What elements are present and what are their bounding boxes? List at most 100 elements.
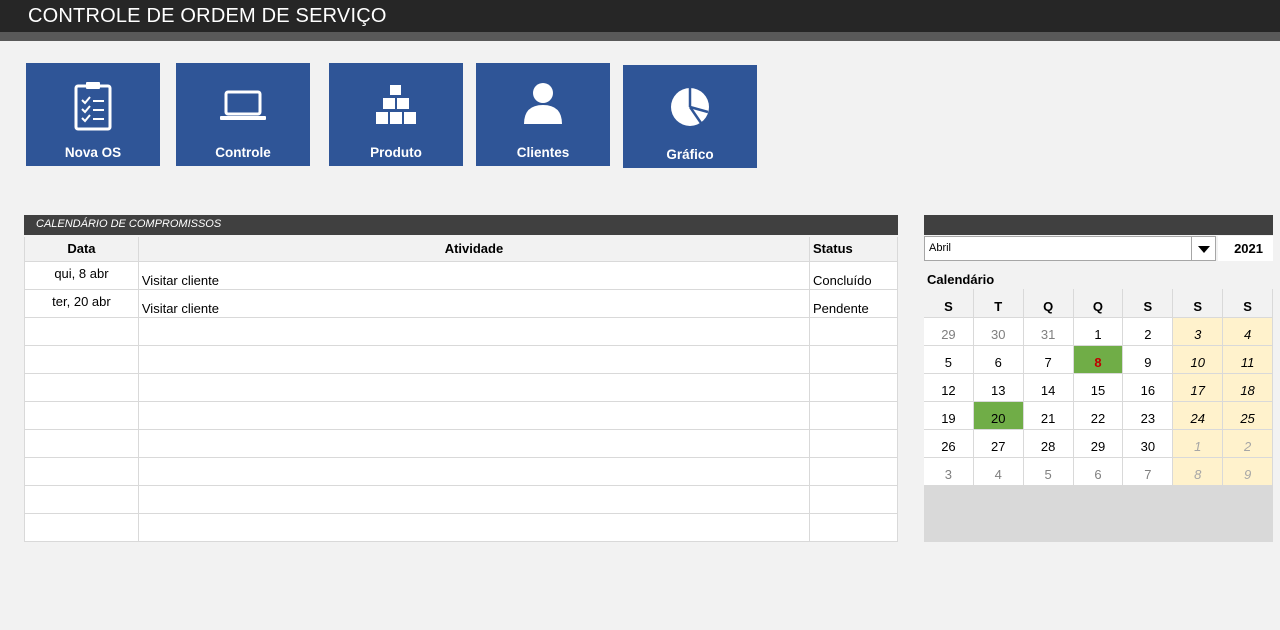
year-field[interactable]: 2021 [1218, 236, 1273, 261]
nova-os-button[interactable]: Nova OS [26, 63, 160, 166]
agenda-header-row: Data Atividade Status [24, 237, 898, 262]
date-cell[interactable] [24, 429, 139, 458]
calendar-day[interactable]: 9 [1223, 458, 1273, 486]
activity-cell[interactable] [138, 513, 811, 542]
calendar-day[interactable]: 12 [924, 374, 974, 402]
produto-button[interactable]: Produto [329, 63, 463, 166]
calendar-day[interactable]: 24 [1173, 402, 1224, 430]
calendar-day[interactable]: 3 [924, 458, 974, 486]
status-cell[interactable] [809, 485, 898, 514]
status-cell[interactable] [809, 513, 898, 542]
calendar-day[interactable]: 10 [1173, 346, 1224, 374]
status-cell[interactable] [809, 401, 898, 430]
status-cell[interactable] [809, 373, 898, 402]
calendar-day[interactable]: 4 [1223, 318, 1273, 346]
calendar-footer [924, 486, 1273, 542]
date-cell[interactable] [24, 345, 139, 374]
activity-cell[interactable] [138, 401, 811, 430]
controle-label: Controle [215, 145, 271, 160]
activity-cell[interactable]: Visitar cliente [138, 289, 811, 318]
status-cell[interactable] [809, 317, 898, 346]
status-cell[interactable] [809, 429, 898, 458]
calendar-day[interactable]: 6 [1073, 458, 1124, 486]
month-select[interactable]: Abril [924, 236, 1216, 261]
calendar-day[interactable]: 7 [1123, 458, 1174, 486]
calendar-day[interactable]: 27 [973, 430, 1024, 458]
year-value: 2021 [1234, 241, 1263, 256]
calendar-header-bar [924, 215, 1273, 235]
table-row[interactable]: ter, 20 abr Visitar cliente Pendente [24, 289, 898, 318]
calendar-day[interactable]: 2 [1223, 430, 1273, 458]
calendar-day[interactable]: 15 [1073, 374, 1124, 402]
calendar-day[interactable]: 5 [924, 346, 974, 374]
table-row[interactable] [24, 317, 898, 346]
activity-cell[interactable] [138, 457, 811, 486]
calendar-day[interactable]: 17 [1173, 374, 1224, 402]
activity-cell[interactable] [138, 345, 811, 374]
clientes-label: Clientes [516, 145, 570, 160]
agenda-title: CALENDÁRIO DE COMPROMISSOS [36, 218, 222, 230]
date-cell[interactable]: qui, 8 abr [24, 261, 139, 290]
calendar-day[interactable]: 8 [1173, 458, 1224, 486]
status-cell[interactable]: Concluído [809, 261, 898, 290]
date-cell[interactable]: ter, 20 abr [24, 289, 139, 318]
calendar-day[interactable]: 1 [1073, 318, 1124, 346]
calendar-day[interactable]: 7 [1023, 346, 1074, 374]
calendar-day[interactable]: 23 [1123, 402, 1174, 430]
status-cell[interactable] [809, 457, 898, 486]
table-row[interactable] [24, 485, 898, 514]
table-row[interactable] [24, 373, 898, 402]
weekday-header: Q [1023, 289, 1074, 318]
table-row[interactable] [24, 457, 898, 486]
activity-cell[interactable] [138, 373, 811, 402]
calendar-day[interactable]: 30 [1123, 430, 1174, 458]
calendar-day[interactable]: 3 [1173, 318, 1224, 346]
calendar-day[interactable]: 13 [973, 374, 1024, 402]
date-cell[interactable] [24, 317, 139, 346]
calendar-day[interactable]: 8 [1073, 346, 1124, 374]
calendar-day[interactable]: 4 [973, 458, 1024, 486]
clientes-button[interactable]: Clientes [476, 63, 610, 166]
calendar-day[interactable]: 5 [1023, 458, 1074, 486]
calendar-day[interactable]: 26 [924, 430, 974, 458]
calendar-day[interactable]: 20 [973, 402, 1024, 430]
calendar-day[interactable]: 2 [1123, 318, 1174, 346]
calendar-day[interactable]: 29 [1073, 430, 1124, 458]
calendar-day[interactable]: 18 [1223, 374, 1273, 402]
calendar-day[interactable]: 1 [1173, 430, 1224, 458]
calendar-day[interactable]: 30 [973, 318, 1024, 346]
calendar-day[interactable]: 11 [1223, 346, 1273, 374]
calendar-day[interactable]: 6 [973, 346, 1024, 374]
controle-button[interactable]: Controle [176, 63, 310, 166]
calendar-day[interactable]: 16 [1123, 374, 1174, 402]
calendar-day[interactable]: 22 [1073, 402, 1124, 430]
activity-cell[interactable]: Visitar cliente [138, 261, 811, 290]
activity-cell[interactable] [138, 485, 811, 514]
chevron-down-icon[interactable] [1191, 237, 1215, 260]
status-cell[interactable] [809, 345, 898, 374]
calendar-day[interactable]: 14 [1023, 374, 1074, 402]
status-cell[interactable]: Pendente [809, 289, 898, 318]
calendar-day[interactable]: 29 [924, 318, 974, 346]
pie-chart-icon [623, 83, 757, 135]
activity-cell[interactable] [138, 429, 811, 458]
calendar-day[interactable]: 19 [924, 402, 974, 430]
calendar-day[interactable]: 31 [1023, 318, 1074, 346]
grafico-button[interactable]: Gráfico [623, 65, 757, 168]
table-row[interactable] [24, 429, 898, 458]
calendar-day[interactable]: 28 [1023, 430, 1074, 458]
activity-cell[interactable] [138, 317, 811, 346]
table-row[interactable] [24, 513, 898, 542]
calendar-day[interactable]: 25 [1223, 402, 1273, 430]
date-cell[interactable] [24, 457, 139, 486]
table-row[interactable] [24, 401, 898, 430]
date-cell[interactable] [24, 401, 139, 430]
table-row[interactable]: qui, 8 abr Visitar cliente Concluído [24, 261, 898, 290]
calendar-day[interactable]: 21 [1023, 402, 1074, 430]
date-cell[interactable] [24, 513, 139, 542]
agenda-header: CALENDÁRIO DE COMPROMISSOS [24, 215, 898, 235]
calendar-day[interactable]: 9 [1123, 346, 1174, 374]
table-row[interactable] [24, 345, 898, 374]
date-cell[interactable] [24, 373, 139, 402]
date-cell[interactable] [24, 485, 139, 514]
